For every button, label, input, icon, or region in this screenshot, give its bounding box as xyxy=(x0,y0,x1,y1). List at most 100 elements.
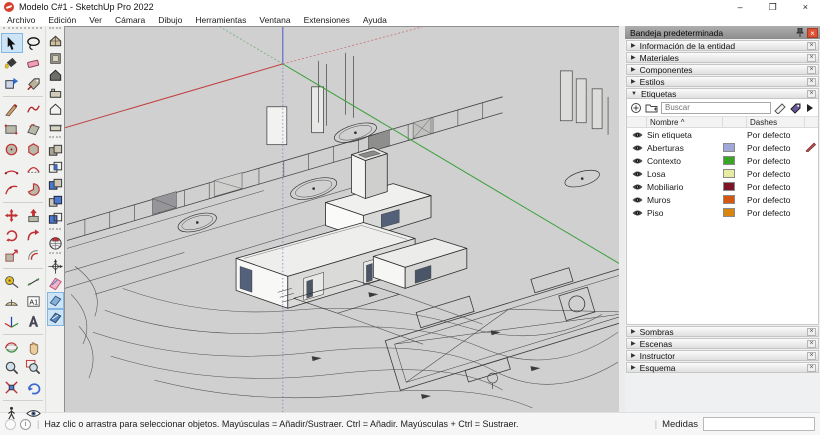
make-component-tool-icon[interactable] xyxy=(1,73,23,93)
tag-color-swatch[interactable] xyxy=(723,208,747,217)
view-left-icon[interactable] xyxy=(47,101,64,118)
rectangle-tool-icon[interactable] xyxy=(1,119,23,139)
two-point-arc-tool-icon[interactable] xyxy=(23,159,45,179)
three-d-text-tool-icon[interactable] xyxy=(23,311,45,331)
toolbar-drag-handle[interactable] xyxy=(49,252,61,257)
scale-tool-icon[interactable] xyxy=(1,245,23,265)
menu-extensiones[interactable]: Extensiones xyxy=(304,15,350,25)
rotate-tool-icon[interactable] xyxy=(1,225,23,245)
section-materiales[interactable]: ▶Materiales× xyxy=(626,52,819,63)
section-close-icon[interactable]: × xyxy=(807,340,816,348)
section-escenas[interactable]: ▶Escenas× xyxy=(626,338,819,349)
tag-name[interactable]: Contexto xyxy=(647,156,723,166)
view-front-icon[interactable] xyxy=(47,67,64,84)
tray-close-icon[interactable]: × xyxy=(807,28,818,38)
model-viewport[interactable] xyxy=(64,26,619,412)
dimension-tool-icon[interactable] xyxy=(23,271,45,291)
lasso-select-tool-icon[interactable] xyxy=(23,33,45,53)
rotated-rectangle-tool-icon[interactable] xyxy=(23,119,45,139)
tag-dashes-value[interactable]: Por defecto xyxy=(747,143,805,153)
toolbar-drag-handle[interactable] xyxy=(49,27,61,32)
tag-name[interactable]: Muros xyxy=(647,195,723,205)
geolocate-icon[interactable]: ◌ xyxy=(5,419,16,430)
menu-ayuda[interactable]: Ayuda xyxy=(363,15,387,25)
pencil-eraser-icon[interactable] xyxy=(774,102,787,114)
previous-view-tool-icon[interactable] xyxy=(23,377,45,397)
section-etiquetas[interactable]: ▼ Etiquetas × xyxy=(626,88,819,99)
text-tool-icon[interactable]: A1 xyxy=(23,291,45,311)
protractor-tool-icon[interactable] xyxy=(1,291,23,311)
section-plane-icon[interactable] xyxy=(47,275,64,292)
section-close-icon[interactable]: × xyxy=(807,78,816,86)
maximize-button[interactable]: ❐ xyxy=(769,1,777,13)
section-esquema[interactable]: ▶Esquema× xyxy=(626,362,819,373)
model-canvas[interactable] xyxy=(65,27,619,412)
menu-herramientas[interactable]: Herramientas xyxy=(195,15,246,25)
tag-name[interactable]: Aberturas xyxy=(647,143,723,153)
visibility-eye-icon[interactable] xyxy=(627,183,647,191)
section-close-icon[interactable]: × xyxy=(807,328,816,336)
tag-color-swatch[interactable] xyxy=(723,143,747,152)
view-top-icon[interactable] xyxy=(47,50,64,67)
axes-tool-icon[interactable] xyxy=(1,311,23,331)
follow-me-tool-icon[interactable] xyxy=(23,225,45,245)
section-informacion-de-la-entidad[interactable]: ▶Información de la entidad× xyxy=(626,40,819,51)
paint-bucket-tool-icon[interactable] xyxy=(1,53,23,73)
tag-dashes-value[interactable]: Por defecto xyxy=(747,169,805,179)
tag-row-mobiliario[interactable]: MobiliarioPor defecto xyxy=(627,180,818,193)
tag-dashes-value[interactable]: Por defecto xyxy=(747,195,805,205)
tape-measure-tool-icon[interactable] xyxy=(1,271,23,291)
offset-tool-icon[interactable] xyxy=(23,245,45,265)
tag-row-losa[interactable]: LosaPor defecto xyxy=(627,167,818,180)
visibility-eye-icon[interactable] xyxy=(627,209,647,217)
three-point-arc-tool-icon[interactable] xyxy=(1,179,23,199)
tag-color-swatch[interactable] xyxy=(723,182,747,191)
menu-dibujo[interactable]: Dibujo xyxy=(158,15,182,25)
line-tool-icon[interactable] xyxy=(1,99,23,119)
tray-title-bar[interactable]: Bandeja predeterminada × xyxy=(625,26,820,39)
tag-search-input[interactable] xyxy=(661,102,771,114)
section-sombras[interactable]: ▶Sombras× xyxy=(626,326,819,337)
add-tag-folder-icon[interactable] xyxy=(645,102,658,114)
pie-tool-icon[interactable] xyxy=(23,179,45,199)
view-iso-icon[interactable] xyxy=(47,33,64,50)
select-tool-icon[interactable] xyxy=(1,33,23,53)
tag-color-swatch[interactable] xyxy=(723,169,747,178)
tag-row-aberturas[interactable]: Aberturas Por defecto xyxy=(627,141,818,154)
view-right-icon[interactable] xyxy=(47,118,64,135)
solid-trim-icon[interactable] xyxy=(47,210,64,227)
solid-outer-shell-icon[interactable] xyxy=(47,142,64,159)
eraser-tool-icon[interactable] xyxy=(23,53,45,73)
axes-tool-icon[interactable] xyxy=(47,258,64,275)
visibility-eye-icon[interactable] xyxy=(627,196,647,204)
add-location-icon[interactable] xyxy=(47,234,64,251)
tags-table-header[interactable]: Nombre ^ Dashes xyxy=(627,116,818,128)
push-pull-tool-icon[interactable] xyxy=(23,205,45,225)
zoom-tool-icon[interactable] xyxy=(1,357,23,377)
move-tool-icon[interactable] xyxy=(1,205,23,225)
add-tag-icon[interactable] xyxy=(630,102,642,114)
solid-union-icon[interactable] xyxy=(47,176,64,193)
tag-row-contexto[interactable]: ContextoPor defecto xyxy=(627,154,818,167)
visibility-eye-icon[interactable] xyxy=(627,157,647,165)
tag-dashes-value[interactable]: Por defecto xyxy=(747,208,805,218)
toolbar-drag-handle[interactable] xyxy=(49,136,61,141)
pin-icon[interactable] xyxy=(796,28,804,37)
tag-name[interactable]: Sin etiqueta xyxy=(647,130,723,140)
tag-color-swatch[interactable] xyxy=(723,156,747,165)
tag-tool-icon[interactable] xyxy=(23,73,45,93)
circle-tool-icon[interactable] xyxy=(1,139,23,159)
menu-edicion[interactable]: Edición xyxy=(48,15,76,25)
color-by-tag-icon[interactable] xyxy=(790,102,802,114)
pan-tool-icon[interactable] xyxy=(23,337,45,357)
tag-dashes-value[interactable]: Por defecto xyxy=(747,182,805,192)
display-section-cuts-icon[interactable] xyxy=(47,309,64,326)
tag-row-sin-etiqueta[interactable]: Sin etiquetaPor defecto xyxy=(627,128,818,141)
section-close-icon[interactable]: × xyxy=(807,364,816,372)
tag-name[interactable]: Piso xyxy=(647,208,723,218)
zoom-window-tool-icon[interactable] xyxy=(23,357,45,377)
section-close-icon[interactable]: × xyxy=(807,90,816,98)
credits-icon[interactable]: i xyxy=(20,419,31,430)
arc-tool-icon[interactable] xyxy=(1,159,23,179)
toolbar-drag-handle[interactable] xyxy=(49,228,61,233)
